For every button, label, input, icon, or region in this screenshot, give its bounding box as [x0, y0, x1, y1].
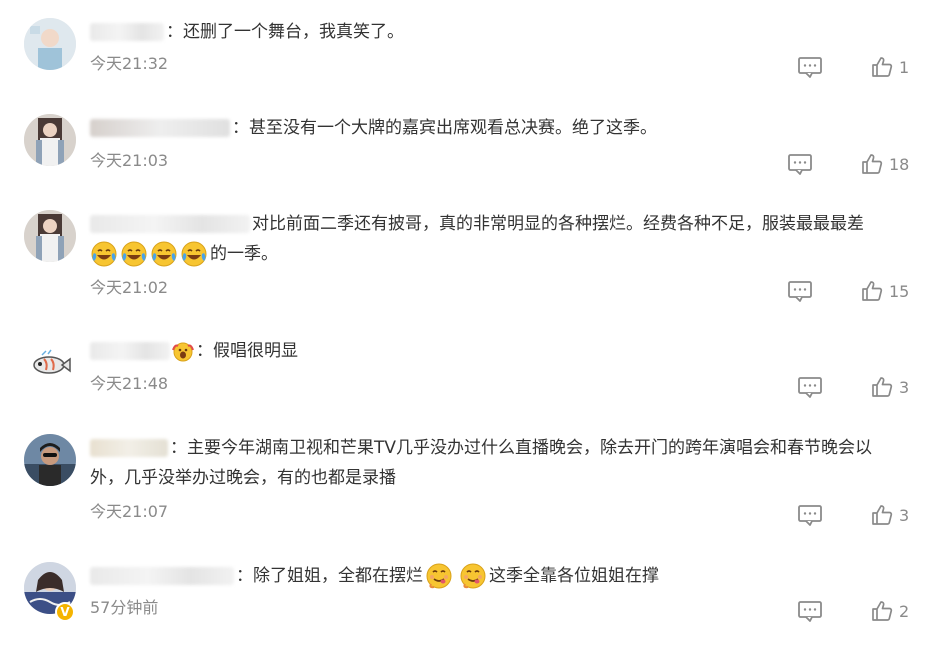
username[interactable]: [90, 567, 234, 585]
like-count: 3: [899, 377, 910, 397]
comment-time: 今天21:02: [90, 278, 169, 297]
comment-time: 57分钟前: [90, 598, 159, 617]
avatar[interactable]: [24, 114, 76, 166]
username[interactable]: [90, 439, 168, 457]
like-count: 3: [899, 505, 910, 525]
comment-icon: [788, 154, 812, 175]
username[interactable]: [90, 23, 164, 41]
username[interactable]: [90, 119, 230, 137]
avatar[interactable]: [24, 434, 76, 486]
comment-time: 今天21:07: [90, 502, 169, 521]
like-button[interactable]: 3: [871, 376, 909, 400]
comment-text-line2: 外，几乎没举办过晚会，有的也都是录播: [90, 468, 396, 488]
reply-button[interactable]: [797, 599, 823, 623]
avatar[interactable]: [24, 337, 76, 389]
like-button[interactable]: 1: [871, 56, 909, 80]
scream-emoji: [172, 340, 194, 362]
like-button[interactable]: 15: [861, 280, 909, 304]
comment-icon: [798, 601, 822, 622]
username[interactable]: [90, 215, 250, 233]
thumbs-up-icon: [872, 505, 893, 525]
like-count: 15: [889, 281, 910, 301]
like-button[interactable]: 2: [871, 600, 909, 624]
reply-button[interactable]: [797, 55, 823, 79]
laughing-crying-emoji: [180, 240, 208, 268]
yum-emoji: [425, 562, 453, 590]
like-button[interactable]: 3: [871, 504, 909, 528]
avatar[interactable]: [24, 210, 76, 262]
comment-text: 对比前面二季还有披哥，真的非常明显的各种摆烂。经费各种不足，服装最最最差: [90, 209, 864, 239]
comment-text-line2: 的一季。: [90, 239, 278, 269]
comment-icon: [798, 505, 822, 526]
avatar[interactable]: [24, 18, 76, 70]
comment-text: ：还删了一个舞台，我真笑了。: [90, 17, 404, 47]
comment-text: ：主要今年湖南卫视和芒果TV几乎没办过什么直播晚会，除去开门的跨年演唱会和春节晚…: [90, 433, 872, 463]
like-count: 18: [889, 154, 910, 174]
yum-emoji: [459, 562, 487, 590]
thumbs-up-icon: [862, 281, 883, 301]
comment-text: ：甚至没有一个大牌的嘉宾出席观看总决赛。绝了这季。: [90, 113, 657, 143]
thumbs-up-icon: [862, 154, 883, 174]
comment-icon: [788, 281, 812, 302]
reply-button[interactable]: [797, 375, 823, 399]
comment-text: ：假唱很明显: [90, 336, 298, 366]
like-count: 1: [899, 57, 910, 77]
like-count: 2: [899, 601, 910, 621]
comment-time: 今天21:32: [90, 54, 169, 73]
verified-badge: V: [55, 602, 75, 622]
laughing-crying-emoji: [150, 240, 178, 268]
comment-text: ：除了姐姐，全都在摆烂 这季全靠各位姐姐在撑: [90, 561, 659, 591]
comment-time: 今天21:03: [90, 151, 169, 170]
thumbs-up-icon: [872, 377, 893, 397]
comment-icon: [798, 377, 822, 398]
laughing-crying-emoji: [120, 240, 148, 268]
username[interactable]: [90, 342, 170, 360]
reply-button[interactable]: [787, 152, 813, 176]
thumbs-up-icon: [872, 601, 893, 621]
reply-button[interactable]: [797, 503, 823, 527]
comment-time: 今天21:48: [90, 374, 169, 393]
laughing-crying-emoji: [90, 240, 118, 268]
thumbs-up-icon: [872, 57, 893, 77]
comment-icon: [798, 57, 822, 78]
like-button[interactable]: 18: [861, 153, 909, 177]
reply-button[interactable]: [787, 279, 813, 303]
